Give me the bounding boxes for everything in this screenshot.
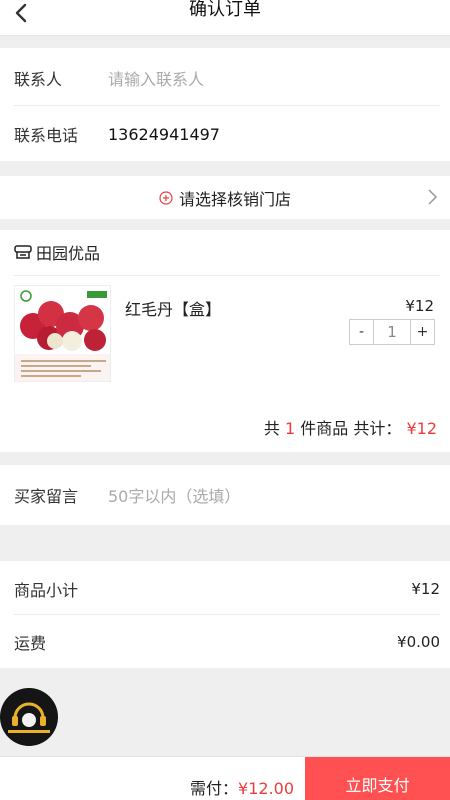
- contact-name-row: 联系人 请输入联系人: [14, 50, 440, 106]
- order-summary: 共 1 件商品 共计： ¥12: [264, 415, 437, 439]
- store-select-label: 请选择核销门店: [178, 189, 291, 209]
- item-count: 1: [284, 419, 296, 438]
- subtotal-label: 商品小计: [14, 581, 79, 600]
- shipping-label: 运费: [14, 634, 47, 653]
- header: 确认订单: [0, 0, 450, 36]
- order-total: ¥12: [406, 419, 437, 438]
- plus-circle-icon: [159, 190, 173, 205]
- contact-name-input[interactable]: 请输入联系人: [108, 66, 204, 90]
- shop-header: 田园优品: [14, 240, 100, 264]
- summary-middle: 件商品 共计：: [300, 419, 402, 438]
- subtotal-row: 商品小计 ¥12: [14, 561, 440, 617]
- pay-label: 需付：: [190, 779, 239, 798]
- increment-button[interactable]: +: [411, 320, 434, 344]
- message-input[interactable]: 50字以内（选填）: [108, 483, 240, 507]
- subtotal-value: ¥12: [411, 580, 440, 598]
- shipping-value: ¥0.00: [397, 633, 440, 651]
- contact-phone-row: 联系电话 13624941497: [14, 106, 440, 162]
- decrement-button[interactable]: -: [350, 320, 373, 344]
- storefront-icon: [14, 245, 32, 259]
- contact-phone-label: 联系电话: [14, 126, 79, 145]
- quantity-stepper: - 1 +: [349, 319, 435, 345]
- message-card: 买家留言 50字以内（选填）: [0, 465, 450, 525]
- store-select-button[interactable]: 请选择核销门店: [0, 176, 450, 219]
- product-price: ¥12: [405, 297, 434, 315]
- pay-now-button[interactable]: 立即支付: [305, 757, 450, 800]
- contact-name-label: 联系人: [14, 70, 63, 89]
- costs-card: 商品小计 ¥12 运费 ¥0.00: [0, 561, 450, 668]
- product-image[interactable]: [14, 285, 111, 382]
- pay-amount: ¥12.00: [238, 779, 294, 798]
- divider: [14, 275, 440, 276]
- pay-total: 需付：¥12.00: [190, 775, 294, 799]
- message-label: 买家留言: [14, 487, 79, 506]
- contact-card: 联系人 请输入联系人 联系电话 13624941497: [0, 48, 450, 161]
- contact-phone-field[interactable]: 13624941497: [108, 125, 220, 144]
- shop-name: 田园优品: [36, 244, 101, 263]
- product-name[interactable]: 红毛丹【盒】: [125, 296, 221, 320]
- footer-bar: 需付：¥12.00 立即支付: [0, 756, 450, 800]
- summary-prefix: 共: [263, 419, 280, 438]
- chevron-right-icon: [428, 189, 438, 205]
- avatar[interactable]: [0, 688, 58, 746]
- quantity-input[interactable]: 1: [373, 320, 411, 344]
- shipping-row: 运费 ¥0.00: [14, 614, 440, 670]
- page-title: 确认订单: [189, 0, 261, 20]
